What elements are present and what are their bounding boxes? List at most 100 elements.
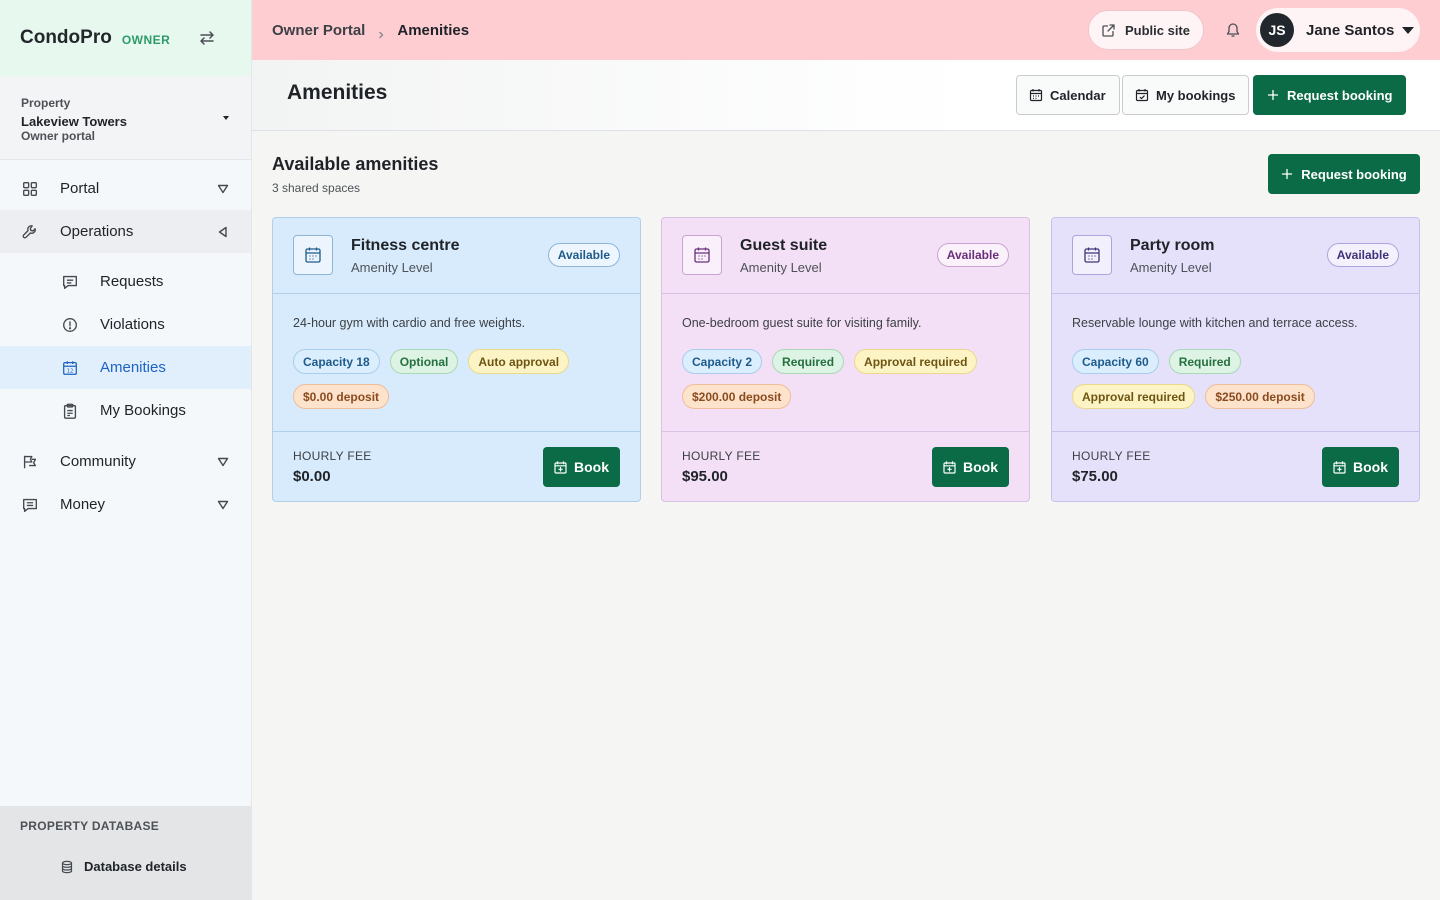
public-site-button[interactable]: Public site — [1087, 10, 1204, 50]
flag-icon — [20, 452, 40, 472]
avatar: JS — [1260, 13, 1294, 47]
caret-down-icon[interactable] — [223, 116, 229, 120]
topbar: Owner Portal Amenities Public site JS Ja… — [252, 0, 1440, 60]
role-badge: OWNER — [121, 32, 171, 47]
book-label: Book — [574, 459, 609, 475]
my-bookings-button[interactable]: My bookings — [1122, 75, 1250, 115]
switch-arrows-icon[interactable] — [197, 28, 217, 48]
brand-bar: CondoPro OWNER — [0, 0, 251, 76]
calendar-plus-icon — [1333, 460, 1346, 474]
alert-circle-icon — [60, 315, 80, 335]
status-badge: Available — [547, 243, 620, 267]
amenity-tags: Capacity 18 Optional Auto approval $0.00… — [293, 349, 593, 409]
sidebar-item-label: My Bookings — [100, 402, 186, 419]
book-label: Book — [963, 459, 998, 475]
capacity-tag: Capacity 2 — [682, 349, 763, 374]
deposit-tag: $0.00 deposit — [293, 384, 390, 409]
calendar-icon — [1072, 235, 1112, 275]
sidebar-item-amenities[interactable]: 12 Amenities — [0, 346, 251, 389]
card-header: Guest suite Amenity Level Available — [662, 218, 1029, 294]
fee-label: HOURLY FEE — [293, 449, 372, 463]
property-database-section: PROPERTY DATABASE Database details — [0, 806, 251, 900]
amenity-level: Amenity Level — [740, 260, 822, 275]
section-heading: PROPERTY DATABASE — [20, 819, 160, 833]
card-body: Reservable lounge with kitchen and terra… — [1052, 294, 1419, 432]
section-subtitle: 3 shared spaces — [272, 181, 361, 195]
capacity-tag: Capacity 60 — [1072, 349, 1159, 374]
status-badge: Available — [936, 243, 1009, 267]
user-name: Jane Santos — [1306, 21, 1395, 39]
page-title: Amenities — [287, 81, 388, 104]
wrench-icon — [20, 222, 40, 242]
breadcrumb-owner-portal[interactable]: Owner Portal — [272, 22, 365, 39]
public-site-label: Public site — [1124, 22, 1190, 38]
amenity-description: One-bedroom guest suite for visiting fam… — [682, 316, 922, 330]
amenity-card-guest-suite: Guest suite Amenity Level Available One-… — [661, 217, 1030, 502]
calendar-plus-icon — [943, 460, 956, 474]
my-bookings-label: My bookings — [1156, 87, 1236, 103]
user-menu[interactable]: JS Jane Santos — [1256, 8, 1420, 52]
calendar-icon: 12 — [60, 358, 80, 378]
request-booking-button[interactable]: Request booking — [1253, 75, 1407, 115]
nav-item-portal[interactable]: Portal — [0, 167, 251, 210]
property-selector[interactable]: Property Lakeview Towers Owner portal — [0, 76, 251, 160]
message-icon — [60, 272, 80, 292]
card-header: Fitness centre Amenity Level Available — [273, 218, 640, 294]
triangle-down-icon — [217, 455, 229, 467]
triangle-left-icon — [217, 225, 229, 238]
fee-label: HOURLY FEE — [1072, 449, 1151, 463]
approval-tag: Auto approval — [468, 349, 570, 374]
bell-icon[interactable] — [1225, 21, 1241, 38]
status-badge: Available — [1326, 243, 1399, 267]
book-button[interactable]: Book — [1322, 447, 1399, 487]
book-label: Book — [1353, 459, 1388, 475]
property-label: Property — [21, 96, 71, 110]
card-footer: HOURLY FEE $75.00 Book — [1052, 432, 1419, 502]
book-button[interactable]: Book — [543, 447, 620, 487]
amenity-name: Party room — [1130, 237, 1215, 254]
deposit-tag: $200.00 deposit — [682, 384, 792, 409]
fee-value: $0.00 — [293, 468, 331, 485]
calendar-icon — [1029, 88, 1043, 102]
sidebar-item-requests[interactable]: Requests — [0, 260, 251, 303]
receipt-icon — [20, 495, 40, 515]
amenity-tags: Capacity 60 Required Approval required $… — [1072, 349, 1372, 409]
fee-value: $75.00 — [1072, 468, 1118, 485]
property-name: Lakeview Towers — [21, 114, 127, 129]
sidebar-item-my-bookings[interactable]: My Bookings — [0, 389, 251, 432]
nav-label: Money — [60, 496, 106, 513]
book-button[interactable]: Book — [932, 447, 1009, 487]
amenity-name: Fitness centre — [351, 237, 460, 254]
database-details-link[interactable]: Database details — [0, 859, 251, 874]
amenity-card-party-room: Party room Amenity Level Available Reser… — [1051, 217, 1420, 502]
calendar-button[interactable]: Calendar — [1016, 75, 1120, 115]
page-header: Amenities Calendar My bookings Request b… — [252, 60, 1440, 131]
grid-icon — [20, 179, 40, 199]
nav-item-operations[interactable]: Operations — [0, 210, 251, 253]
amenity-card-fitness-centre: Fitness centre Amenity Level Available 2… — [272, 217, 641, 502]
operations-subnav: Requests Violations 12 Amenities My Book… — [0, 253, 251, 440]
database-details-label: Database details — [84, 859, 187, 874]
triangle-down-icon — [217, 498, 229, 510]
calendar-icon — [682, 235, 722, 275]
requirement-tag: Required — [772, 349, 845, 374]
requirement-tag: Required — [1168, 349, 1241, 374]
external-link-icon — [1101, 23, 1116, 38]
deposit-tag: $250.00 deposit — [1205, 384, 1315, 409]
sidebar: CondoPro OWNER Property Lakeview Towers … — [0, 0, 252, 900]
amenity-level: Amenity Level — [1130, 260, 1212, 275]
nav-item-community[interactable]: Community — [0, 440, 251, 483]
database-icon — [60, 860, 74, 874]
property-subtitle: Owner portal — [21, 129, 96, 143]
brand-name: CondoPro — [20, 27, 112, 48]
capacity-tag: Capacity 18 — [293, 349, 380, 374]
nav-label: Portal — [60, 180, 100, 197]
nav-item-money[interactable]: Money — [0, 483, 251, 526]
card-footer: HOURLY FEE $0.00 Book — [273, 432, 640, 502]
section-request-booking-button[interactable]: Request booking — [1268, 154, 1420, 194]
sidebar-item-label: Requests — [100, 273, 164, 290]
calendar-check-icon — [1135, 88, 1149, 102]
amenity-description: Reservable lounge with kitchen and terra… — [1072, 316, 1358, 330]
sidebar-item-violations[interactable]: Violations — [0, 303, 251, 346]
amenity-name: Guest suite — [740, 237, 828, 254]
